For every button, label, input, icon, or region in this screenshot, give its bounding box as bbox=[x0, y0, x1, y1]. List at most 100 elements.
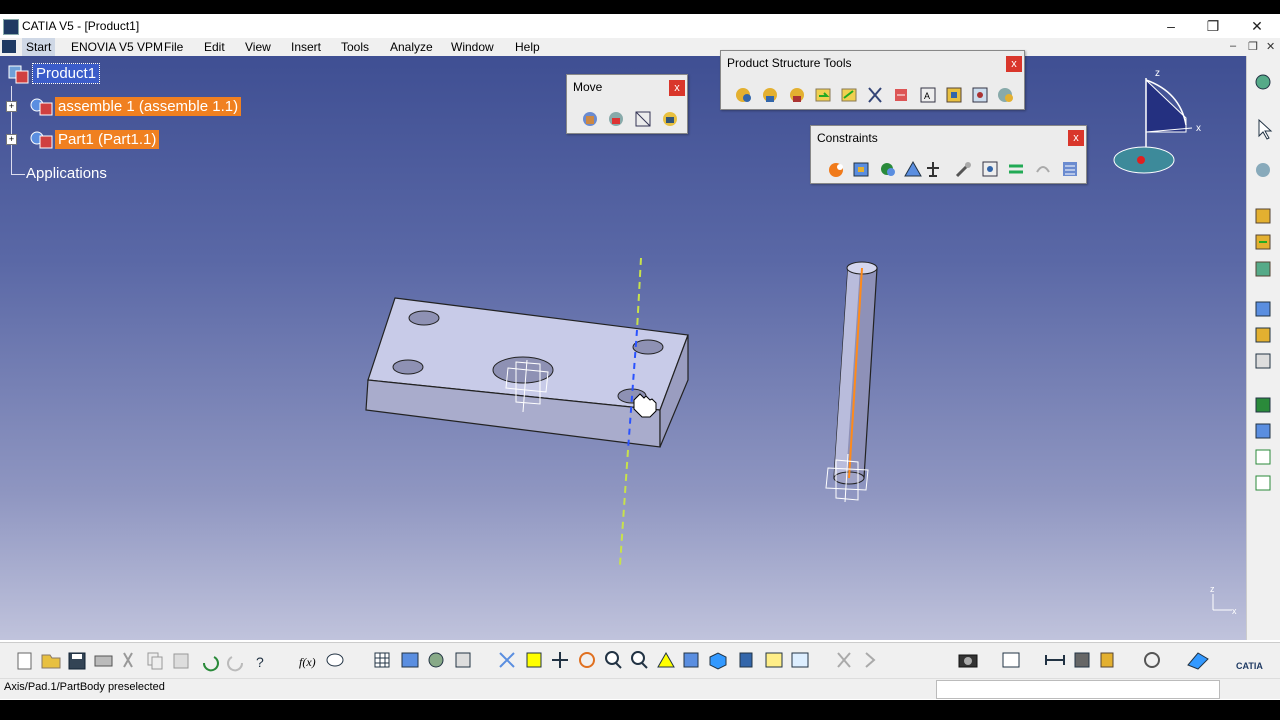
existing-component-icon[interactable] bbox=[815, 88, 831, 102]
menu-enovia[interactable]: ENOVIA V5 VPM bbox=[71, 38, 163, 56]
save-icon[interactable] bbox=[68, 652, 86, 670]
tree-node-applications[interactable]: Applications bbox=[26, 165, 107, 182]
distance-icon[interactable] bbox=[1045, 655, 1065, 665]
swap-space-icon[interactable] bbox=[791, 652, 809, 668]
component-icon[interactable] bbox=[30, 130, 53, 149]
hole-2[interactable] bbox=[392, 359, 424, 375]
menu-tools[interactable]: Tools bbox=[341, 38, 369, 56]
minimize-button[interactable]: – bbox=[1156, 16, 1186, 36]
doc-restore-button[interactable]: ❐ bbox=[1248, 40, 1258, 53]
menu-file[interactable]: File bbox=[164, 38, 183, 56]
insert-existing-icon[interactable] bbox=[1255, 234, 1271, 250]
product-icon[interactable] bbox=[7, 64, 29, 84]
zoom-in-icon[interactable] bbox=[605, 651, 622, 669]
replace-component-icon[interactable] bbox=[868, 87, 882, 103]
hide-show-icon[interactable] bbox=[765, 652, 783, 668]
flexible-rigid-icon[interactable] bbox=[1009, 164, 1023, 174]
catalog-icon[interactable] bbox=[1255, 353, 1271, 369]
new-icon[interactable] bbox=[17, 652, 32, 670]
inertia-icon[interactable] bbox=[1100, 652, 1114, 668]
undo-icon[interactable] bbox=[202, 656, 219, 672]
snap-icon[interactable] bbox=[609, 112, 623, 126]
menu-window[interactable]: Window bbox=[451, 38, 494, 56]
coincidence-constraint-icon[interactable] bbox=[829, 163, 843, 177]
change-constraint-icon[interactable] bbox=[1036, 166, 1050, 173]
generate-numbering-icon[interactable]: A bbox=[920, 87, 936, 103]
tree-node-assemble[interactable]: assemble 1 (assemble 1.1) bbox=[55, 97, 242, 116]
component-icon[interactable] bbox=[30, 97, 53, 116]
stop-manipulate-icon[interactable] bbox=[663, 112, 677, 126]
selective-load-icon[interactable] bbox=[946, 87, 962, 103]
menu-start[interactable]: Start bbox=[22, 38, 56, 56]
manage-representations-icon[interactable] bbox=[972, 87, 988, 103]
iso-view-icon[interactable] bbox=[709, 652, 727, 670]
tree-node-part1[interactable]: Part1 (Part1.1) bbox=[55, 130, 160, 149]
axis-upper[interactable] bbox=[636, 257, 642, 331]
tree-expand-button[interactable]: + bbox=[6, 101, 17, 112]
zoom-out-icon[interactable] bbox=[631, 651, 648, 669]
tools-palette-icon[interactable] bbox=[837, 652, 851, 668]
graph-tree-reordering-icon[interactable] bbox=[895, 89, 907, 101]
normal-view-icon[interactable] bbox=[657, 651, 675, 668]
refresh-icon[interactable] bbox=[1144, 652, 1160, 668]
product-structure-close-button[interactable]: x bbox=[1006, 56, 1022, 72]
new-part-icon[interactable] bbox=[790, 88, 804, 102]
move-toolbar-close-button[interactable]: x bbox=[669, 80, 685, 96]
cut-icon[interactable] bbox=[123, 652, 133, 668]
explode-icon[interactable] bbox=[635, 111, 651, 127]
menu-help[interactable]: Help bbox=[515, 38, 540, 56]
menu-analyze[interactable]: Analyze bbox=[390, 38, 433, 56]
restore-button[interactable]: ❐ bbox=[1198, 16, 1228, 36]
fit-all-icon[interactable] bbox=[526, 652, 542, 668]
menu-edit[interactable]: Edit bbox=[204, 38, 225, 56]
bom-icon[interactable] bbox=[1255, 449, 1271, 465]
rotate-icon[interactable] bbox=[579, 652, 595, 668]
print-icon[interactable] bbox=[94, 655, 113, 667]
quick-constraint-icon[interactable] bbox=[982, 161, 998, 177]
capture-icon[interactable] bbox=[958, 654, 978, 668]
copy-icon[interactable] bbox=[147, 652, 163, 670]
tree-tools-icon[interactable] bbox=[1255, 475, 1271, 491]
catia-brand-icon[interactable]: CATIA bbox=[1236, 661, 1263, 671]
manipulate-icon[interactable] bbox=[583, 112, 597, 126]
view-mode-icon[interactable] bbox=[683, 652, 699, 668]
close-button[interactable]: ✕ bbox=[1242, 16, 1272, 36]
reuse-pattern-icon[interactable] bbox=[1063, 162, 1077, 176]
paste-icon[interactable] bbox=[173, 653, 189, 669]
snap-tool-icon[interactable] bbox=[1255, 327, 1271, 343]
table-icon[interactable] bbox=[374, 652, 390, 668]
multi-instantiation-icon[interactable] bbox=[998, 88, 1013, 102]
tree-expand-button[interactable]: + bbox=[6, 134, 17, 145]
contact-constraint-icon[interactable] bbox=[853, 162, 869, 177]
product-tools-icon[interactable] bbox=[1002, 652, 1020, 668]
command-input[interactable] bbox=[936, 680, 1220, 699]
comment-icon[interactable] bbox=[326, 653, 344, 667]
axis-lower[interactable] bbox=[619, 449, 629, 566]
fix-together-icon[interactable] bbox=[955, 162, 971, 178]
menu-view[interactable]: View bbox=[245, 38, 271, 56]
angle-constraint-icon[interactable] bbox=[904, 160, 922, 177]
hole-1[interactable] bbox=[408, 310, 440, 326]
update-icon[interactable] bbox=[1256, 163, 1270, 177]
doc-close-button[interactable]: ✕ bbox=[1266, 40, 1275, 53]
open-icon[interactable] bbox=[41, 654, 61, 669]
measure-icon[interactable] bbox=[455, 652, 471, 668]
sketcher-icon[interactable] bbox=[1255, 74, 1271, 90]
doc-minimize-button[interactable]: – bbox=[1230, 40, 1236, 52]
whats-this-icon[interactable]: ? bbox=[256, 654, 264, 670]
constraints-close-button[interactable]: x bbox=[1068, 130, 1084, 146]
formula-icon[interactable]: f(x) bbox=[299, 655, 316, 669]
offset-constraint-icon[interactable] bbox=[881, 163, 895, 176]
redo-icon[interactable] bbox=[227, 656, 244, 672]
insert-new-icon[interactable] bbox=[1255, 208, 1271, 224]
pan-icon[interactable] bbox=[552, 652, 568, 668]
hole-3[interactable] bbox=[632, 339, 664, 355]
new-component-icon[interactable] bbox=[736, 88, 751, 102]
compass-widget[interactable] bbox=[1113, 78, 1193, 174]
section-icon[interactable] bbox=[1074, 652, 1090, 668]
new-product-icon[interactable] bbox=[763, 88, 777, 102]
clash-icon[interactable] bbox=[1255, 423, 1271, 439]
existing-positioning-icon[interactable] bbox=[841, 88, 857, 102]
next-icon[interactable] bbox=[865, 652, 876, 668]
fly-mode-icon[interactable] bbox=[499, 652, 515, 668]
